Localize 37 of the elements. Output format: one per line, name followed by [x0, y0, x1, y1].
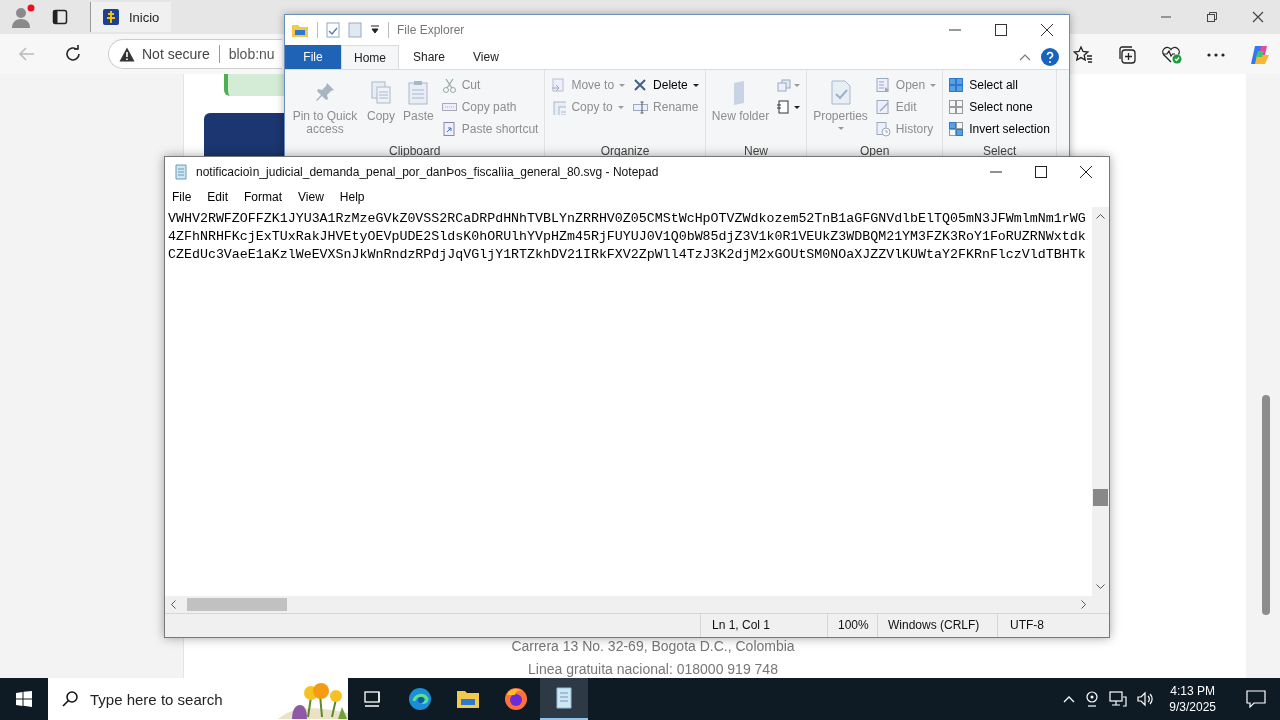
ribbon-button[interactable]: Select none: [947, 98, 1052, 116]
window-title: notificacioìn_judicial_demanda_penal_por_danÞos_fiscalìia_general_80.svg - Notepad: [196, 165, 659, 179]
address-bar[interactable]: Not secure blob:nu: [108, 39, 282, 69]
clock-time[interactable]: 4:13 PM: [1170, 683, 1215, 699]
group-label: Open: [859, 144, 891, 160]
status-text: 100%: [827, 614, 877, 637]
security-label: Not secure: [142, 46, 210, 62]
status-text: UTF-8: [997, 614, 1109, 637]
group-label: Select: [981, 144, 1018, 160]
group-label: Clipboard: [388, 144, 442, 160]
ribbon-tab[interactable]: File: [285, 45, 341, 69]
menu-item[interactable]: Format: [244, 190, 283, 204]
footer-text: Linea gratuita nacional: 018000 919 748: [528, 661, 778, 678]
ribbon-tab[interactable]: View: [459, 45, 513, 69]
footer-text: Carrera 13 No. 32-69, Bogota D.C., Colombia: [511, 638, 795, 655]
browser-tab[interactable]: Inicio: [90, 2, 172, 32]
ribbon-button[interactable]: Delete: [631, 76, 701, 94]
ribbon-button[interactable]: Select all: [947, 76, 1052, 94]
text-line: VWHV2RWFZOFFZK1JYU3A1RzMzeGVkZ0VSS2RCaDRPdHNhTVBLYnZRRHV0Z05CMStWcHpOTVZWdkozem52TnB1aGFGNVdlbElTQ05mN3JFWmlmNm1rWG: [168, 210, 1087, 228]
menu-item[interactable]: Edit: [207, 190, 229, 204]
menu-item[interactable]: Help: [339, 190, 365, 204]
ribbon-button[interactable]: Invert selection: [947, 120, 1052, 138]
url-text: blob:nu: [228, 46, 275, 62]
search-bar[interactable]: Type here to search: [48, 678, 348, 720]
text-line: CZEdUc3VaeE1aKzlWeEVXSnJkWnRndzRPdjJqVGljY1RTZkhDV21IRkFXV2ZpWll4TzJ3K2djM2xGOUtSM0NOaXJZZVlKUWtaY2FKRnFlczVldTBHTk: [168, 246, 1087, 264]
group-label: Organize: [599, 144, 651, 160]
clock-date[interactable]: 9/3/2025: [1169, 699, 1216, 715]
status-text: Windows (CRLF): [877, 614, 997, 637]
window-title: File Explorer: [397, 23, 465, 37]
menu-item[interactable]: File: [172, 190, 192, 204]
ribbon-tab[interactable]: Share: [399, 45, 460, 69]
ribbon-tab[interactable]: Home: [341, 45, 399, 69]
group-label: New: [742, 144, 769, 160]
text-line: 4ZFhNRHFKcjExTUxRakJHVEtyOEVpUDE2SldsK0hORUlhYVpHZm45RjFUYUJ0V1Q0bW85djZ3V1k0R1VEUkZ3WDBQM21YM3FZK3RoY1FoRUZRNWxtdk: [168, 228, 1087, 246]
search-input[interactable]: Type here to search: [88, 689, 252, 709]
status-text: Ln 1, Col 1: [700, 614, 827, 637]
menu-item[interactable]: View: [298, 190, 324, 204]
